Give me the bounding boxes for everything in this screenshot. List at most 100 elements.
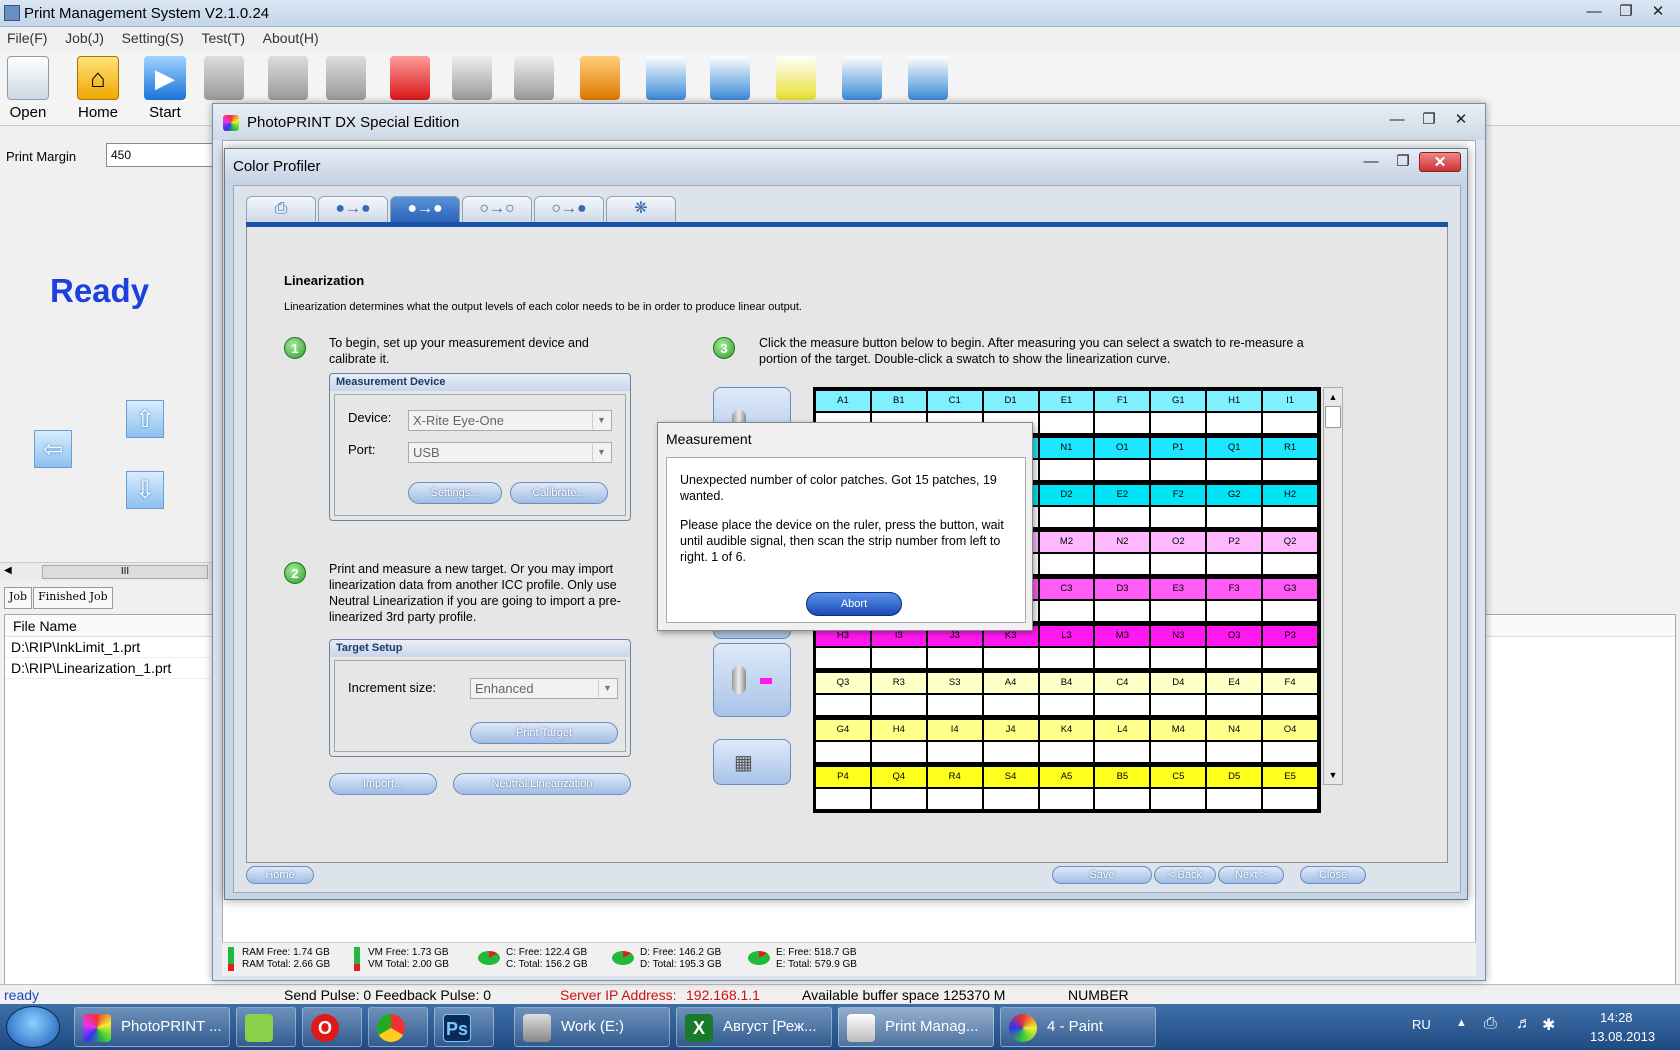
swatch-cell[interactable]: C4 bbox=[1094, 672, 1151, 694]
tray-expand-icon[interactable]: ▲ bbox=[1456, 1017, 1467, 1029]
swatch-measured-cell[interactable] bbox=[982, 694, 1039, 716]
settings-button[interactable]: Settings... bbox=[408, 482, 502, 504]
import-button[interactable]: Import... bbox=[329, 773, 437, 795]
port-select[interactable]: USB ▼ bbox=[408, 442, 612, 463]
taskbar-item-print-manager[interactable]: Print Manag... bbox=[838, 1007, 994, 1047]
minimize-button[interactable]: — bbox=[1355, 152, 1387, 172]
swatch-measured-cell[interactable] bbox=[1150, 412, 1207, 434]
swatch-cell[interactable]: L4 bbox=[1094, 719, 1151, 741]
swatch-cell[interactable]: N4 bbox=[1206, 719, 1263, 741]
swatch-measured-cell[interactable] bbox=[870, 647, 927, 669]
swatch-cell[interactable]: L3 bbox=[1038, 625, 1095, 647]
swatch-cell[interactable]: O3 bbox=[1206, 625, 1263, 647]
swatch-measured-cell[interactable] bbox=[1150, 459, 1207, 481]
list-item[interactable]: D:\RIP\InkLimit_1.prt bbox=[5, 637, 211, 658]
taskbar-item-chrome[interactable] bbox=[368, 1007, 428, 1047]
swatch-cell[interactable]: M2 bbox=[1038, 531, 1095, 553]
bluetooth-icon[interactable]: ✱ bbox=[1542, 1015, 1555, 1035]
swatch-measured-cell[interactable] bbox=[1150, 741, 1207, 763]
swatch-cell[interactable]: E5 bbox=[1262, 766, 1319, 788]
taskbar-item-paint[interactable]: 4 - Paint bbox=[1000, 1007, 1156, 1047]
swatch-measured-cell[interactable] bbox=[1150, 788, 1207, 810]
line-check-icon[interactable] bbox=[710, 56, 750, 100]
swatch-measured-cell[interactable] bbox=[1262, 647, 1319, 669]
swatch-cell[interactable]: I4 bbox=[926, 719, 983, 741]
swatch-cell[interactable]: C5 bbox=[1150, 766, 1207, 788]
print-margin-input[interactable] bbox=[106, 143, 214, 167]
swatch-cell[interactable]: S3 bbox=[926, 672, 983, 694]
swatch-measured-cell[interactable] bbox=[1038, 506, 1095, 528]
swatch-cell[interactable]: H2 bbox=[1262, 484, 1319, 506]
swatch-measured-cell[interactable] bbox=[1094, 412, 1151, 434]
swatch-cell[interactable]: R4 bbox=[926, 766, 983, 788]
swatch-measured-cell[interactable] bbox=[926, 741, 983, 763]
close-button[interactable]: ✕ bbox=[1642, 2, 1674, 22]
h-align-icon[interactable] bbox=[776, 56, 816, 100]
swatch-measured-cell[interactable] bbox=[1262, 788, 1319, 810]
clock-time[interactable]: 14:28 bbox=[1600, 1010, 1633, 1025]
swatch-cell[interactable]: N2 bbox=[1094, 531, 1151, 553]
swatch-measured-cell[interactable] bbox=[1262, 600, 1319, 622]
swatch-cell[interactable]: Q1 bbox=[1206, 437, 1263, 459]
swatch-cell[interactable]: D4 bbox=[1150, 672, 1207, 694]
swatch-measured-cell[interactable] bbox=[1094, 788, 1151, 810]
menu-test[interactable]: Test(T) bbox=[194, 27, 252, 49]
menu-about[interactable]: About(H) bbox=[256, 27, 326, 49]
device-select[interactable]: X-Rite Eye-One ▼ bbox=[408, 410, 612, 431]
increment-select[interactable]: Enhanced ▼ bbox=[470, 678, 618, 699]
swatch-cell[interactable]: Q2 bbox=[1262, 531, 1319, 553]
swatch-cell[interactable]: B1 bbox=[870, 390, 927, 412]
swatch-measured-cell[interactable] bbox=[982, 741, 1039, 763]
menu-setting[interactable]: Setting(S) bbox=[115, 27, 191, 49]
calibrate-button[interactable]: Calibrate... bbox=[510, 482, 608, 504]
swatch-cell[interactable]: F1 bbox=[1094, 390, 1151, 412]
swatch-measured-cell[interactable] bbox=[1038, 694, 1095, 716]
minimize-button[interactable]: — bbox=[1578, 2, 1610, 22]
swatch-cell[interactable]: P1 bbox=[1150, 437, 1207, 459]
move-icon[interactable] bbox=[514, 56, 554, 100]
scroll-down-icon[interactable]: ▼ bbox=[1324, 766, 1342, 784]
swatch-cell[interactable]: D5 bbox=[1206, 766, 1263, 788]
swatch-cell[interactable]: R1 bbox=[1262, 437, 1319, 459]
swatch-cell[interactable]: D1 bbox=[982, 390, 1039, 412]
swatch-cell[interactable]: F2 bbox=[1150, 484, 1207, 506]
swatch-measured-cell[interactable] bbox=[1206, 553, 1263, 575]
swatch-cell[interactable]: G3 bbox=[1262, 578, 1319, 600]
swatch-cell[interactable]: D2 bbox=[1038, 484, 1095, 506]
start-button[interactable]: ▶ Start bbox=[137, 56, 193, 121]
taskbar-item-photoprint[interactable]: PhotoPRINT ... bbox=[74, 1007, 230, 1047]
swatch-measured-cell[interactable] bbox=[1094, 741, 1151, 763]
swatch-cell[interactable]: H4 bbox=[870, 719, 927, 741]
swatch-measured-cell[interactable] bbox=[1038, 459, 1095, 481]
maximize-button[interactable]: ❐ bbox=[1610, 2, 1642, 22]
open-button[interactable]: Open bbox=[0, 56, 56, 121]
abort-button[interactable]: Abort bbox=[806, 592, 902, 616]
next-button[interactable]: Next > bbox=[1218, 866, 1284, 884]
menu-job[interactable]: Job(J) bbox=[58, 27, 111, 49]
swatch-cell[interactable]: E3 bbox=[1150, 578, 1207, 600]
start-menu-button[interactable] bbox=[6, 1006, 60, 1048]
swatch-measured-cell[interactable] bbox=[1262, 553, 1319, 575]
step-forward-icon[interactable] bbox=[326, 56, 366, 100]
swatch-measured-cell[interactable] bbox=[1206, 647, 1263, 669]
printer-tray-icon[interactable]: ⎙ bbox=[1484, 1015, 1497, 1033]
swatch-cell[interactable]: I1 bbox=[1262, 390, 1319, 412]
swatch-cell[interactable]: A4 bbox=[982, 672, 1039, 694]
down-arrow-icon[interactable]: ⇩ bbox=[126, 471, 164, 509]
linearization-curve-button[interactable]: ▦ bbox=[713, 739, 791, 785]
swatch-measured-cell[interactable] bbox=[1206, 412, 1263, 434]
settings-icon[interactable] bbox=[452, 56, 492, 100]
swatch-cell[interactable]: E2 bbox=[1094, 484, 1151, 506]
maximize-button[interactable]: ❐ bbox=[1387, 152, 1419, 172]
swatch-measured-cell[interactable] bbox=[870, 694, 927, 716]
swatch-measured-cell[interactable] bbox=[1206, 788, 1263, 810]
print-target-button[interactable]: Print Target bbox=[470, 722, 618, 744]
swatch-measured-cell[interactable] bbox=[1206, 741, 1263, 763]
swatch-measured-cell[interactable] bbox=[815, 694, 871, 716]
swatch-measured-cell[interactable] bbox=[1094, 506, 1151, 528]
clock-date[interactable]: 13.08.2013 bbox=[1590, 1029, 1655, 1044]
cancel-icon[interactable] bbox=[390, 56, 430, 100]
swatch-measured-cell[interactable] bbox=[1262, 741, 1319, 763]
tab-ink-limit[interactable]: ●→● bbox=[318, 196, 388, 222]
tab-printer[interactable]: ⎙ bbox=[246, 196, 316, 222]
